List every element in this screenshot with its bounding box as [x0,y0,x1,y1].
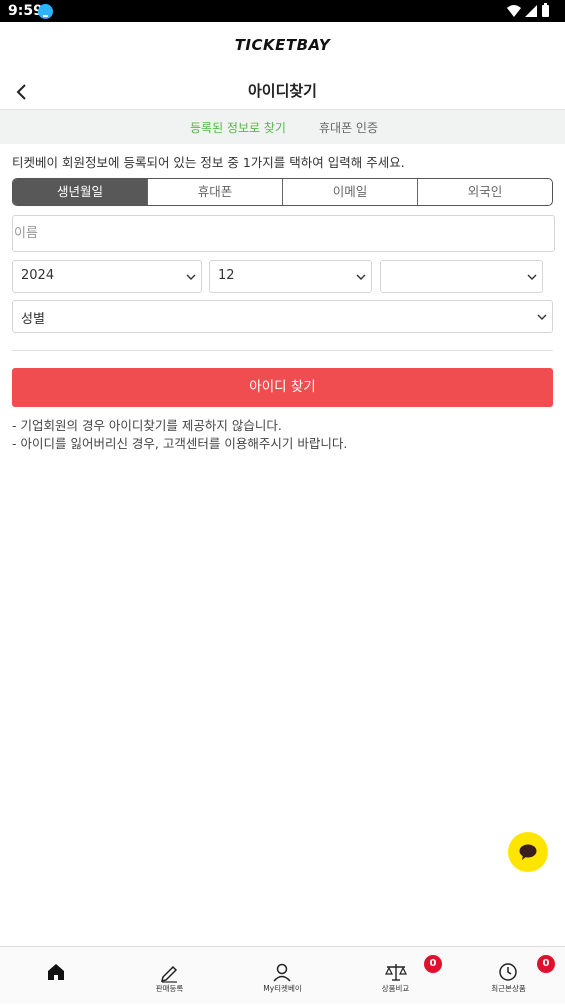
nav-my-ticketbay-label: My티켓베이 [263,984,302,993]
notice-item: - 아이디를 잃어버리신 경우, 고객센터를 이용해주시기 바랍니다. [12,436,348,451]
status-icons [507,3,549,17]
chevron-down-icon [527,274,537,280]
signal-icon [525,5,537,17]
nav-recent-viewed-label: 최근본상품 [491,984,526,993]
page-title: 아이디찾기 [247,82,317,100]
option-birthdate[interactable]: 생년월일 [13,179,147,205]
nav-sell-register-label: 판매등록 [155,984,184,993]
gender-value: 성별 [21,312,45,327]
battery-icon [542,5,549,17]
birth-month-value: 12 [218,268,235,283]
birth-day-select[interactable] [380,260,543,293]
status-bar: 9:59 [0,0,565,22]
gender-select[interactable]: 성별 [12,300,553,333]
user-icon [273,963,291,982]
nav-sell-register[interactable]: 판매등록 [113,947,226,1005]
brand-logo: TICKETBAY [234,36,331,54]
info-type-selector: 생년월일 휴대폰 이메일 외국인 [12,178,553,206]
notice-list: - 기업회원의 경우 아이디찾기를 제공하지 않습니다. - 아이디를 잃어버리… [12,417,347,453]
recent-count-badge: 0 [537,955,555,973]
nav-compare-label: 상품비교 [381,984,410,993]
notice-item: - 기업회원의 경우 아이디찾기를 제공하지 않습니다. [12,418,282,433]
tab-registered-info[interactable]: 등록된 정보로 찾기 [190,119,286,136]
find-method-tabs: 등록된 정보로 찾기 휴대폰 인증 [0,109,565,144]
wifi-icon [507,5,521,17]
nav-my-ticketbay[interactable]: My티켓베이 [226,947,339,1005]
clock-icon [499,963,517,981]
divider [12,350,553,351]
pencil-icon [160,965,178,983]
bottom-nav: 판매등록 My티켓베이 상품비교 0 최근본상품 0 [0,946,565,1004]
chat-bubble-icon [519,844,537,860]
birth-year-select[interactable]: 2024 [12,260,202,293]
chevron-down-icon [537,314,547,320]
option-phone[interactable]: 휴대폰 [147,179,282,205]
tab-phone-auth[interactable]: 휴대폰 인증 [319,119,378,136]
title-bar: 아이디찾기 [0,74,565,108]
chevron-down-icon [186,274,196,280]
option-email[interactable]: 이메일 [282,179,417,205]
option-foreigner[interactable]: 외국인 [417,179,552,205]
nav-home[interactable] [0,947,113,1005]
chevron-down-icon [356,274,366,280]
chat-button[interactable] [508,832,548,872]
instruction-text: 티켓베이 회원정보에 등록되어 있는 정보 중 1가지를 택하여 입력해 주세요… [12,155,405,170]
birth-month-select[interactable]: 12 [209,260,372,293]
find-id-button[interactable]: 아이디 찾기 [12,368,553,407]
compare-count-badge: 0 [424,955,442,973]
scale-icon [385,964,407,981]
home-icon [48,964,64,980]
name-input[interactable] [12,215,555,252]
download-icon [38,4,53,19]
birth-year-value: 2024 [21,268,55,283]
